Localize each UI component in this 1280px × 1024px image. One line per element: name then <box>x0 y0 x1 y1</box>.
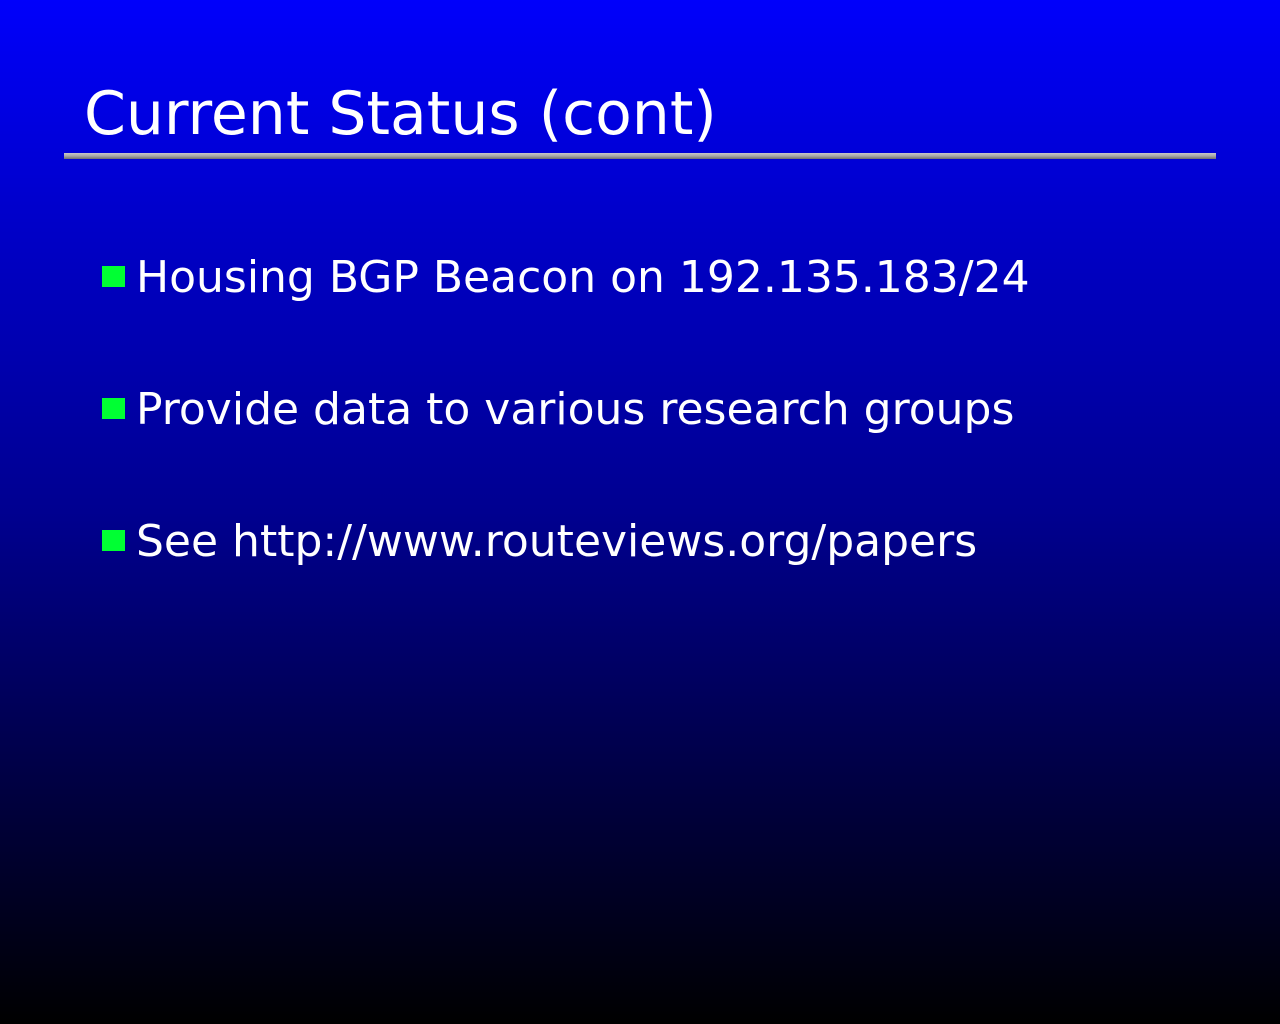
title-divider <box>64 153 1216 159</box>
square-bullet-icon <box>102 398 125 419</box>
bullet-text: Housing BGP Beacon on 192.135.183/24 <box>136 252 1030 303</box>
bullet-text: See http://www.routeviews.org/papers <box>136 516 978 567</box>
bullet-text: Provide data to various research groups <box>136 384 1015 435</box>
slide-title: Current Status (cont) <box>84 79 717 149</box>
square-bullet-icon <box>102 530 125 551</box>
square-bullet-icon <box>102 266 125 287</box>
